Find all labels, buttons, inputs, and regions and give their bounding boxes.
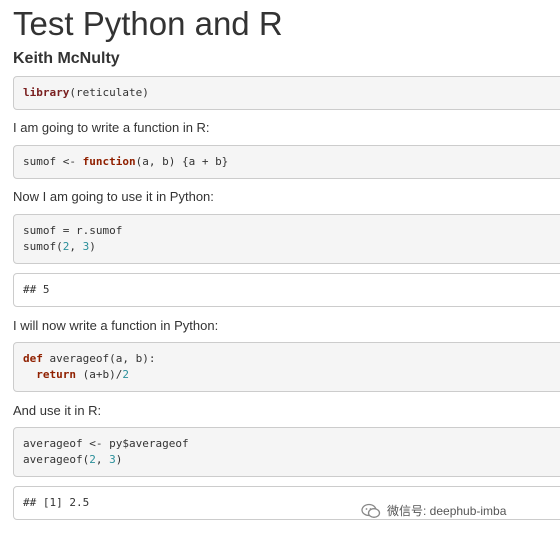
- code-line: return (a+b)/2: [23, 367, 560, 383]
- page-title: Test Python and R: [13, 5, 283, 42]
- wechat-icon: [361, 503, 381, 519]
- output-line: ## 5: [23, 283, 50, 296]
- code-text: ): [115, 453, 123, 466]
- code-line: averageof(2, 3): [23, 452, 560, 468]
- code-block-sumof: sumof <- function(a, b) {a + b}: [13, 145, 560, 179]
- watermark: 微信号: deephub-imba: [361, 502, 506, 519]
- code-block-python-call: sumof = r.sumof sumof(2, 3): [13, 214, 560, 264]
- code-text: sumof = r.sumof: [23, 224, 123, 237]
- keyword: function: [82, 155, 136, 168]
- code-line: sumof = r.sumof: [23, 223, 560, 239]
- code-text: ,: [95, 453, 110, 466]
- code-text: sumof <-: [23, 155, 83, 168]
- paragraph-r-function: I am going to write a function in R:: [13, 120, 210, 135]
- paragraph-use-python: Now I am going to use it in Python:: [13, 189, 214, 204]
- author-name: Keith McNulty: [13, 50, 120, 67]
- code-line: library(reticulate): [23, 85, 560, 101]
- code-line: sumof <- function(a, b) {a + b}: [23, 154, 560, 170]
- code-text: (reticulate): [69, 86, 149, 99]
- code-line: sumof(2, 3): [23, 239, 560, 255]
- code-text: averageof <- py$averageof: [23, 437, 189, 450]
- code-text: ,: [69, 240, 83, 253]
- code-block-averageof: def averageof(a, b): return (a+b)/2: [13, 342, 560, 392]
- number-literal: 2: [122, 368, 129, 381]
- code-block-r-call: averageof <- py$averageof averageof(2, 3): [13, 427, 560, 477]
- watermark-text: 微信号: deephub-imba: [387, 504, 507, 518]
- keyword: return: [36, 368, 76, 381]
- code-text: averageof(: [23, 453, 90, 466]
- number-literal: 2: [89, 453, 96, 466]
- paragraph-python-function: I will now write a function in Python:: [13, 318, 219, 333]
- code-line: def averageof(a, b):: [23, 351, 560, 367]
- code-text: (a+b)/: [76, 368, 123, 381]
- code-text: sumof(: [23, 240, 63, 253]
- code-block-library: library(reticulate): [13, 76, 560, 110]
- code-text: averageof(a, b):: [42, 352, 156, 365]
- number-literal: 3: [109, 453, 116, 466]
- code-text: ): [89, 240, 96, 253]
- code-line: averageof <- py$averageof: [23, 436, 560, 452]
- paragraph-use-r: And use it in R:: [13, 403, 102, 418]
- output-block: ## 5: [13, 273, 560, 307]
- keyword: def: [23, 352, 43, 365]
- function-name: library: [23, 86, 70, 99]
- code-text: (a, b) {a + b}: [135, 155, 229, 168]
